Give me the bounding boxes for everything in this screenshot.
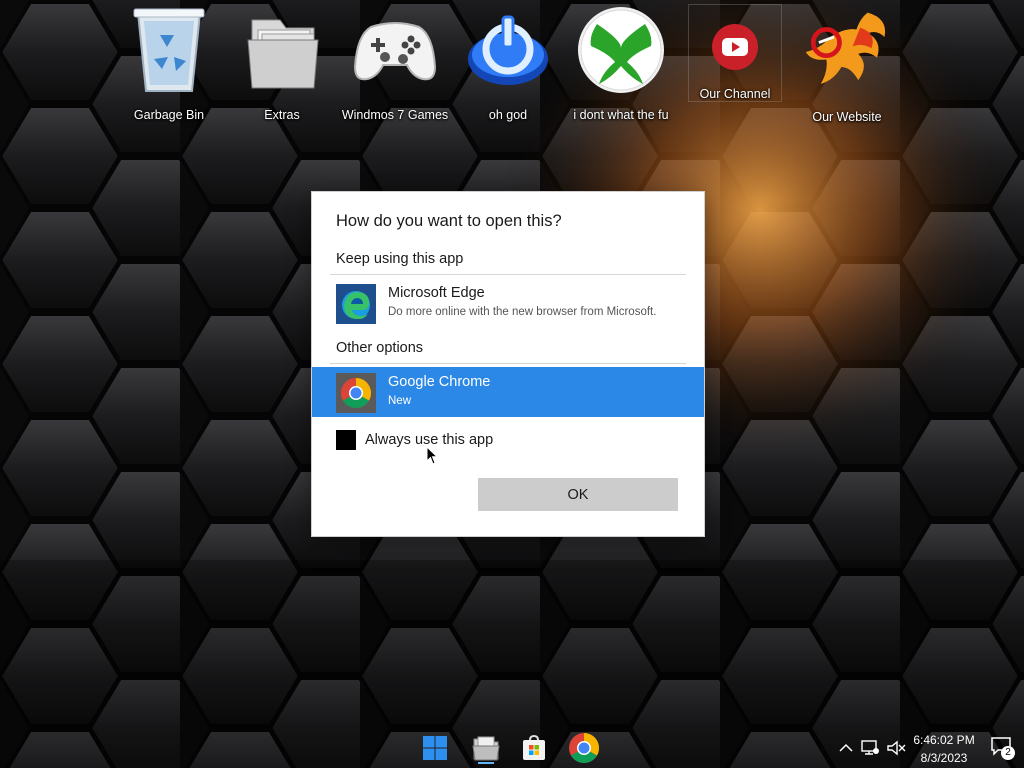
clock-time: 6:46:02 PM [913, 733, 975, 747]
show-hidden-icons-button[interactable] [836, 738, 856, 758]
divider [330, 274, 686, 275]
network-icon [861, 740, 879, 755]
store-icon [523, 734, 545, 760]
other-options-label: Other options [336, 340, 424, 356]
start-icon [423, 736, 447, 760]
always-use-checkbox-row[interactable]: Always use this app [336, 428, 493, 452]
notification-count-badge: 2 [1001, 746, 1015, 760]
dialog-title: How do you want to open this? [336, 212, 562, 230]
desktop-icon-oh-god[interactable]: oh god [452, 4, 564, 122]
system-clock[interactable]: 6:46:02 PM 8/3/2023 [908, 731, 980, 767]
edge-icon [336, 284, 376, 324]
desktop-icon-our-website[interactable]: Our Website [791, 4, 903, 124]
open-with-dialog: How do you want to open this? Keep using… [312, 192, 704, 536]
start-button[interactable] [417, 732, 453, 764]
divider [330, 363, 686, 364]
desktop-icon-label: Extras [264, 108, 300, 122]
desktop-icon-garbage-bin[interactable]: Garbage Bin [113, 4, 225, 122]
power-icon [463, 6, 553, 94]
ok-button[interactable]: OK [478, 478, 678, 511]
desktop-icon-xbox[interactable]: i dont what the fu [565, 4, 677, 122]
volume-button[interactable] [886, 738, 906, 758]
youtube-icon [690, 7, 780, 87]
taskbar-chrome[interactable] [566, 732, 602, 764]
desktop-icon-windmos-7-games[interactable]: Windmos 7 Games [339, 4, 451, 122]
app-option-google-chrome[interactable]: Google Chrome New [312, 367, 704, 417]
folder-icon [237, 6, 327, 94]
app-option-microsoft-edge[interactable]: Microsoft Edge Do more online with the n… [312, 278, 704, 328]
keep-using-label: Keep using this app [336, 251, 464, 267]
network-button[interactable] [860, 738, 880, 758]
desktop-icon-label: i dont what the fu [573, 108, 669, 122]
chrome-icon [569, 733, 600, 764]
desktop-icon-extras[interactable]: Extras [226, 4, 338, 122]
app-name: Microsoft Edge [388, 285, 485, 301]
taskbar-store[interactable] [516, 732, 552, 764]
taskbar: 6:46:02 PM 8/3/2023 2 [0, 728, 1024, 768]
phoenix-logo-icon [802, 6, 892, 96]
desktop-icon-label: Windmos 7 Games [341, 108, 449, 122]
desktop-icon-label: Garbage Bin [133, 108, 205, 122]
xbox-icon [576, 6, 666, 94]
taskbar-file-explorer[interactable] [468, 732, 504, 764]
recycle-bin-icon [124, 6, 214, 94]
desktop-icon-our-channel[interactable]: Our Channel [688, 4, 782, 102]
app-badge-new: New [388, 395, 412, 407]
desktop-icon-label: Our Channel [699, 87, 771, 101]
app-name: Google Chrome [388, 374, 491, 390]
desktop-icon-label: oh god [488, 108, 528, 122]
game-controller-icon [350, 6, 440, 94]
desktop-icon-label: Our Website [812, 110, 882, 124]
app-description: Do more online with the new browser from… [388, 306, 657, 318]
clock-date: 8/3/2023 [920, 751, 968, 765]
notification-center-button[interactable]: 2 [990, 736, 1016, 760]
chrome-icon [336, 373, 376, 413]
file-explorer-icon [472, 736, 500, 761]
always-use-checkbox[interactable] [336, 430, 356, 450]
mouse-cursor-icon [426, 446, 438, 465]
chevron-up-icon [839, 743, 853, 752]
volume-muted-icon [887, 740, 906, 756]
running-indicator [478, 762, 494, 764]
